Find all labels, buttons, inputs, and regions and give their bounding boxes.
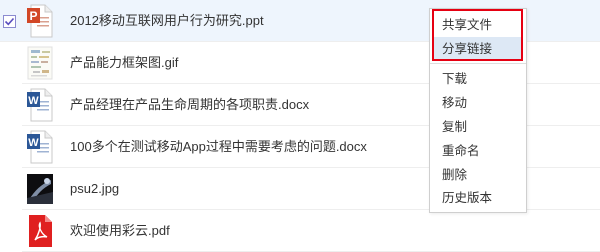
file-row-pdf[interactable]: 欢迎使用彩云.pdf xyxy=(0,210,600,252)
menu-item-rename[interactable]: 重命名 xyxy=(442,143,480,159)
svg-text:W: W xyxy=(28,95,39,107)
menu-item-copy[interactable]: 复制 xyxy=(442,119,467,135)
photo-thumbnail-icon xyxy=(27,174,53,204)
file-name[interactable]: psu2.jpg xyxy=(70,180,119,198)
menu-divider xyxy=(430,63,526,64)
file-name[interactable]: 100多个在测试移动App过程中需要考虑的问题.docx xyxy=(70,138,367,156)
row-checkbox[interactable] xyxy=(3,15,16,28)
menu-item-download[interactable]: 下载 xyxy=(442,71,467,87)
menu-item-version-history[interactable]: 历史版本 xyxy=(442,190,492,206)
svg-text:P: P xyxy=(29,9,37,23)
ppt-file-icon: P xyxy=(27,4,53,38)
word-file-icon: W xyxy=(27,130,53,164)
file-name[interactable]: 产品能力框架图.gif xyxy=(70,54,178,72)
checkmark-icon xyxy=(4,17,15,26)
menu-item-move[interactable]: 移动 xyxy=(442,95,467,111)
pdf-file-icon xyxy=(29,215,52,247)
file-name[interactable]: 产品经理在产品生命周期的各项职责.docx xyxy=(70,96,309,114)
image-thumbnail-icon xyxy=(27,46,53,80)
word-file-icon: W xyxy=(27,88,53,122)
file-name[interactable]: 2012移动互联网用户行为研究.ppt xyxy=(70,12,264,30)
svg-text:W: W xyxy=(28,137,39,149)
file-name[interactable]: 欢迎使用彩云.pdf xyxy=(70,222,170,240)
menu-item-delete[interactable]: 删除 xyxy=(442,167,467,183)
annotation-highlight-box xyxy=(432,9,523,61)
